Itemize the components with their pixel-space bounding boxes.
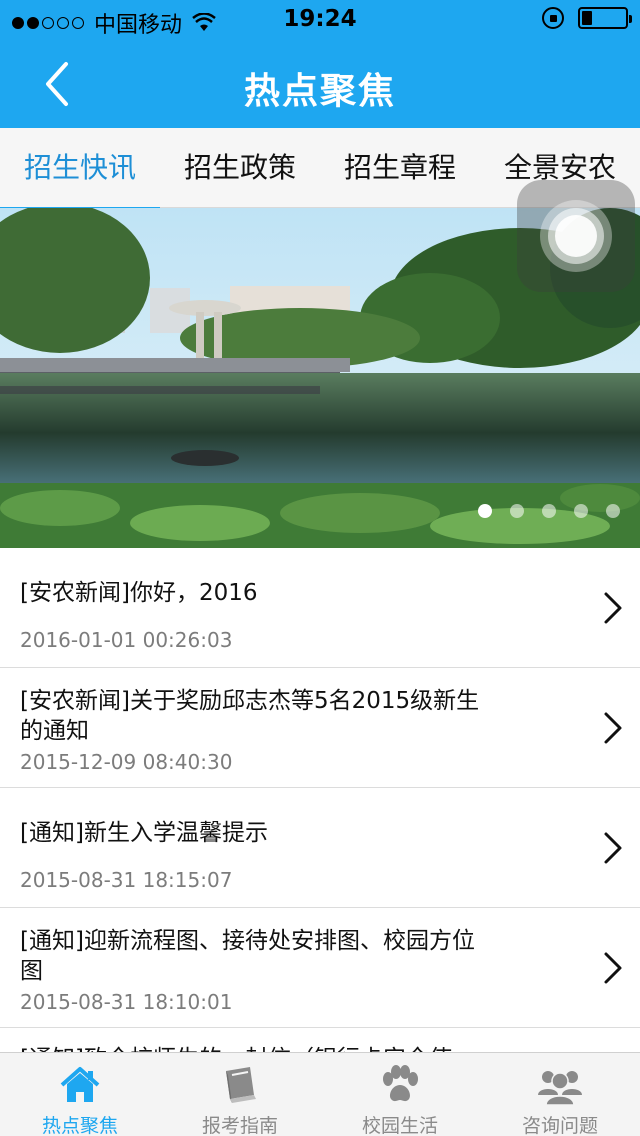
tab-admission-news[interactable]: 招生快讯 bbox=[0, 128, 160, 209]
carousel-dot[interactable] bbox=[478, 504, 492, 518]
news-title: [安农新闻]你好，2016 bbox=[20, 580, 258, 606]
paw-icon bbox=[383, 1065, 418, 1102]
carousel-dot[interactable] bbox=[542, 504, 556, 518]
bottom-tab-hot-focus[interactable]: 热点聚焦 bbox=[0, 1053, 160, 1136]
nav-bar: 热点聚焦 bbox=[0, 40, 640, 128]
news-date: 2015-12-09 08:40:30 bbox=[20, 750, 233, 774]
carousel-indicators bbox=[478, 504, 620, 518]
chevron-right-icon bbox=[604, 952, 622, 984]
list-item[interactable]: [通知]新生入学温馨提示 2015-08-31 18:15:07 bbox=[0, 788, 640, 908]
assistive-touch-button[interactable] bbox=[517, 180, 635, 292]
tab-admission-policy[interactable]: 招生政策 bbox=[160, 128, 320, 208]
users-icon bbox=[538, 1071, 582, 1105]
bottom-tab-label: 咨询问题 bbox=[521, 1115, 598, 1136]
bottom-tab-guide[interactable]: 报考指南 bbox=[160, 1053, 320, 1136]
book-icon bbox=[226, 1067, 256, 1103]
news-date: 2016-01-01 00:26:03 bbox=[20, 628, 233, 652]
carousel-dot[interactable] bbox=[574, 504, 588, 518]
news-title: [通知]致全校师生的一封信（银行卡安全使 bbox=[20, 1044, 490, 1052]
carousel-dot[interactable] bbox=[606, 504, 620, 518]
list-item[interactable]: [安农新闻]关于奖励邱志杰等5名2015级新生的通知 2015-12-09 08… bbox=[0, 668, 640, 788]
battery-icon bbox=[578, 7, 632, 29]
bottom-tab-bar: 热点聚焦 报考指南 校园生活 咨询问题 bbox=[0, 1052, 640, 1136]
chevron-right-icon bbox=[604, 832, 622, 864]
news-list: [安农新闻]你好，2016 2016-01-01 00:26:03 [安农新闻]… bbox=[0, 548, 640, 1052]
news-title: [安农新闻]关于奖励邱志杰等5名2015级新生的通知 bbox=[20, 688, 480, 744]
status-right bbox=[542, 7, 632, 29]
bottom-tab-campus-life[interactable]: 校园生活 bbox=[320, 1053, 480, 1136]
list-item[interactable]: [安农新闻]你好，2016 2016-01-01 00:26:03 bbox=[0, 548, 640, 668]
orientation-lock-icon bbox=[542, 7, 564, 29]
chevron-right-icon bbox=[604, 712, 622, 744]
chevron-right-icon bbox=[604, 592, 622, 624]
carousel-dot[interactable] bbox=[510, 504, 524, 518]
list-item[interactable]: [通知]致全校师生的一封信（银行卡安全使 bbox=[0, 1028, 640, 1052]
list-item[interactable]: [通知]迎新流程图、接待处安排图、校园方位图 2015-08-31 18:10:… bbox=[0, 908, 640, 1028]
news-title: [通知]新生入学温馨提示 bbox=[20, 820, 268, 846]
tab-admission-charter[interactable]: 招生章程 bbox=[320, 128, 480, 208]
news-date: 2015-08-31 18:15:07 bbox=[20, 868, 233, 892]
bottom-tab-label: 校园生活 bbox=[361, 1115, 438, 1136]
bottom-tab-label: 热点聚焦 bbox=[41, 1115, 118, 1136]
news-title: [通知]迎新流程图、接待处安排图、校园方位图 bbox=[20, 928, 475, 984]
bottom-tab-consult[interactable]: 咨询问题 bbox=[480, 1053, 640, 1136]
home-icon bbox=[60, 1067, 100, 1102]
news-date: 2015-08-31 18:10:01 bbox=[20, 990, 233, 1014]
status-bar: 中国移动 19:24 bbox=[0, 0, 640, 40]
page-title: 热点聚焦 bbox=[243, 71, 396, 112]
bottom-tab-label: 报考指南 bbox=[201, 1115, 278, 1136]
